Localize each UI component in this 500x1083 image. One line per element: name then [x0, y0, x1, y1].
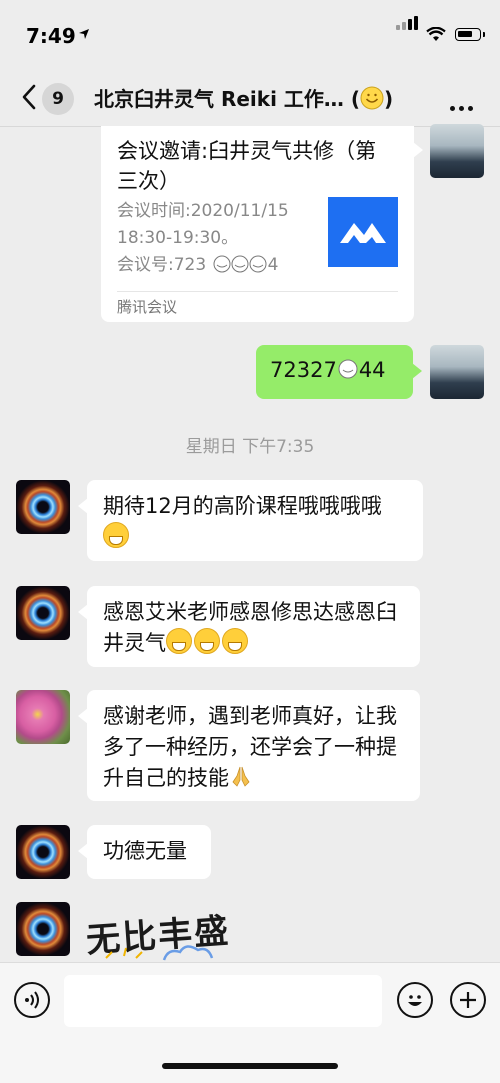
sent-text-b: 44 — [358, 358, 386, 382]
emoji-icon[interactable] — [397, 982, 433, 1018]
cloud-doodle-icon — [105, 945, 214, 961]
received-message-bubble[interactable]: 期待12月的高阶课程哦哦哦哦 — [78, 480, 423, 561]
grin-emoji-icon — [166, 628, 192, 654]
message-text: 感恩艾米老师感恩修思达感恩臼井灵气 — [103, 600, 397, 655]
pray-hands-emoji-icon — [232, 766, 250, 787]
meeting-card-info: 会议时间:2020/11/15 18:30-19:30。 会议号:723 4 — [117, 198, 327, 279]
grin-emoji-icon — [222, 628, 248, 654]
hidden-digits-emoji-icon — [213, 255, 267, 273]
received-message-bubble[interactable]: 感谢老师，遇到老师真好，让我多了一种经历，还学会了一种提升自己的技能 — [78, 690, 420, 801]
message-text: 功德无量 — [103, 839, 187, 863]
wifi-icon — [426, 27, 446, 41]
chat-timestamp: 星期日 下午7:35 — [185, 437, 315, 457]
meeting-id: 会议号:723 4 — [117, 255, 279, 275]
chevron-left-icon[interactable] — [18, 82, 44, 112]
chat-title: 北京臼井灵气 Reiki 工作… () — [94, 86, 394, 111]
meeting-invite-card[interactable]: 会议邀请:臼井灵气共修（第三次） 会议时间:2020/11/15 18:30-1… — [101, 126, 423, 322]
sender-avatar[interactable] — [16, 480, 70, 534]
self-avatar[interactable] — [430, 124, 484, 178]
sticker-message[interactable]: 无比丰盛 — [85, 908, 266, 964]
smiley-emoji-icon — [360, 86, 384, 110]
sender-avatar[interactable] — [16, 902, 70, 956]
location-arrow-icon — [79, 29, 89, 39]
status-bar: 7:49 — [0, 0, 500, 66]
sent-message-bubble[interactable]: 72327 44 — [256, 345, 422, 399]
sent-text-a: 72327 — [270, 358, 337, 382]
chat-header: 9 北京臼井灵气 Reiki 工作… () — [0, 66, 500, 127]
status-time: 7:49 — [26, 24, 76, 48]
sender-avatar[interactable] — [16, 825, 70, 879]
battery-icon — [455, 28, 485, 41]
sender-avatar[interactable] — [16, 586, 70, 640]
meeting-card-source: 腾讯会议 — [117, 298, 178, 316]
unread-badge[interactable]: 9 — [42, 83, 74, 115]
tencent-meeting-logo-icon — [328, 197, 398, 267]
message-input[interactable] — [64, 975, 382, 1027]
hidden-digit-emoji-icon — [338, 359, 358, 379]
grin-emoji-icon — [194, 628, 220, 654]
card-divider — [117, 291, 398, 292]
sender-avatar[interactable] — [16, 690, 70, 744]
message-text: 期待12月的高阶课程哦哦哦哦 — [103, 494, 382, 518]
plus-icon[interactable] — [450, 982, 486, 1018]
home-indicator — [162, 1063, 338, 1069]
received-message-bubble[interactable]: 功德无量 — [78, 825, 211, 879]
meeting-card-title: 会议邀请:臼井灵气共修（第三次） — [117, 139, 377, 193]
meeting-time: 会议时间:2020/11/15 18:30-19:30。 — [117, 201, 289, 248]
voice-icon[interactable] — [14, 982, 50, 1018]
more-dots-icon[interactable] — [450, 96, 477, 115]
received-message-bubble[interactable]: 感恩艾米老师感恩修思达感恩臼井灵气 — [78, 586, 420, 667]
self-avatar[interactable] — [430, 345, 484, 399]
grin-emoji-icon — [103, 522, 129, 548]
